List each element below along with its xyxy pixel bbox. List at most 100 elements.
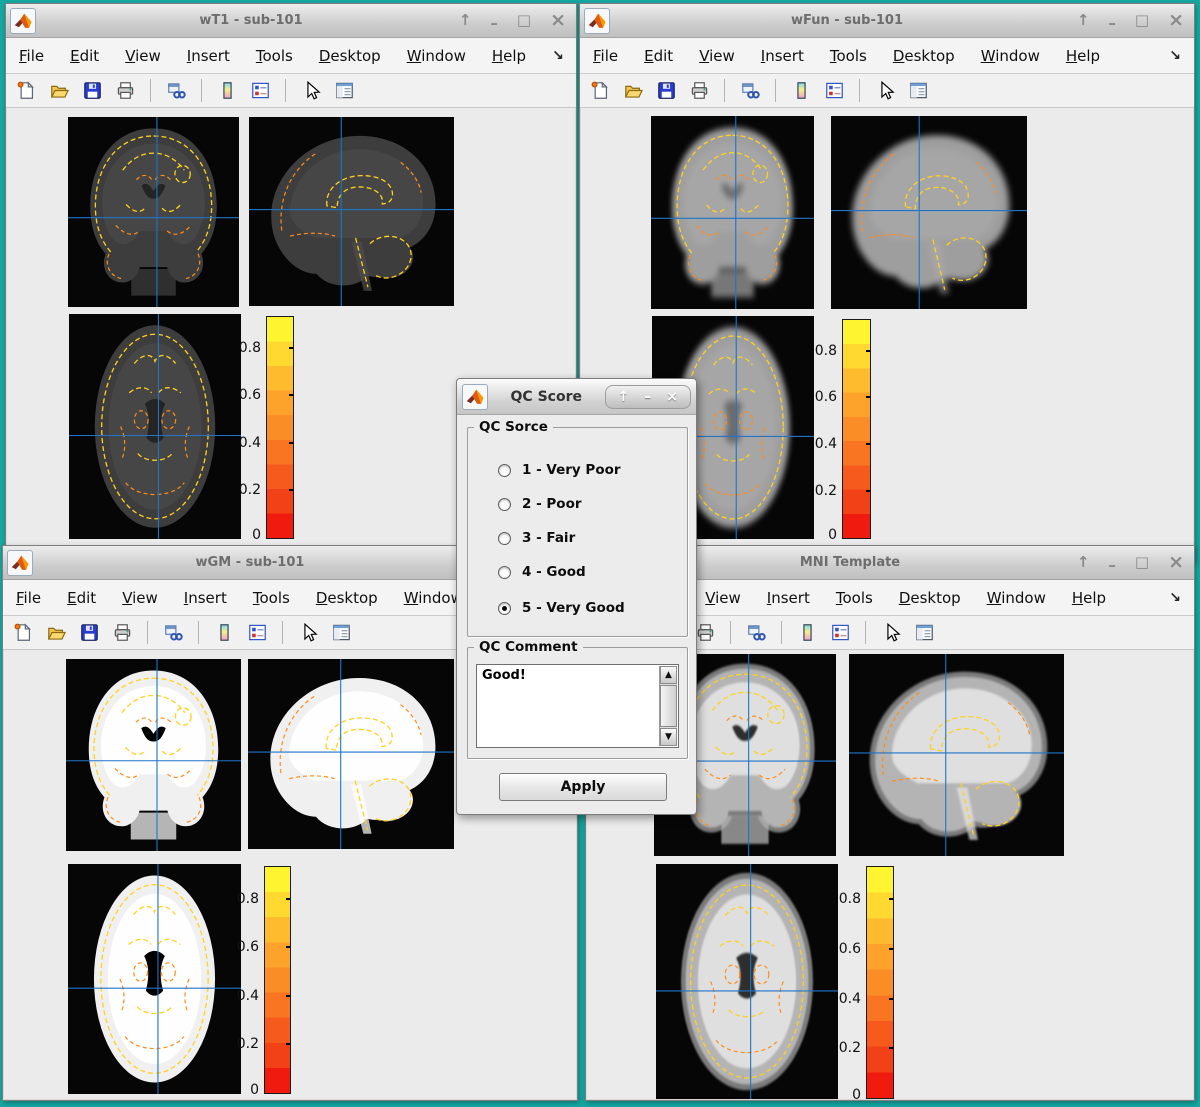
restore-button[interactable]: ↑ — [1077, 13, 1090, 28]
menu-insert[interactable]: Insert — [761, 47, 804, 65]
menu-help[interactable]: Help — [1066, 47, 1100, 65]
link-plot-icon[interactable] — [164, 79, 188, 103]
coronal-view-panel[interactable] — [66, 659, 241, 851]
maximize-button[interactable]: □ — [1135, 555, 1149, 570]
menu-overflow-icon[interactable]: ↘ — [1169, 590, 1181, 606]
menu-window[interactable]: Window — [407, 47, 466, 65]
menu-insert[interactable]: Insert — [184, 589, 227, 607]
scroll-up-icon[interactable]: ▲ — [660, 666, 677, 684]
menu-desktop[interactable]: Desktop — [316, 589, 378, 607]
edit-plot-cursor-icon[interactable] — [299, 79, 323, 103]
restore-button[interactable]: ↑ — [459, 13, 472, 28]
minimize-button[interactable]: – — [490, 16, 498, 31]
menu-insert[interactable]: Insert — [767, 589, 810, 607]
insert-legend-icon[interactable] — [245, 621, 269, 645]
minimize-button[interactable]: – — [1108, 16, 1116, 31]
radio-circle-icon[interactable] — [498, 601, 511, 615]
menu-view[interactable]: View — [122, 589, 158, 607]
link-plot-icon[interactable] — [738, 79, 762, 103]
print-figure-icon[interactable] — [110, 621, 134, 645]
menu-tools[interactable]: Tools — [830, 47, 867, 65]
insert-colorbar-icon[interactable] — [789, 79, 813, 103]
insert-colorbar-icon[interactable] — [215, 79, 239, 103]
dialog-titlebar[interactable]: QC Score ↑ – × — [457, 379, 696, 415]
edit-plot-cursor-icon[interactable] — [873, 79, 897, 103]
menu-tools[interactable]: Tools — [836, 589, 873, 607]
maximize-button[interactable]: □ — [517, 13, 531, 28]
radio-very-poor[interactable]: 1 - Very Poor — [498, 462, 621, 478]
menu-desktop[interactable]: Desktop — [893, 47, 955, 65]
radio-circle-icon[interactable] — [498, 531, 511, 545]
restore-button[interactable]: ↑ — [1077, 555, 1090, 570]
new-figure-icon[interactable] — [588, 79, 612, 103]
menu-desktop[interactable]: Desktop — [899, 589, 961, 607]
insert-colorbar-icon[interactable] — [212, 621, 236, 645]
menu-view[interactable]: View — [699, 47, 735, 65]
save-figure-icon[interactable] — [80, 79, 104, 103]
minimize-button[interactable]: – — [1108, 558, 1116, 573]
plot-browser-icon[interactable] — [332, 79, 356, 103]
sagittal-view-panel[interactable] — [249, 117, 454, 306]
open-file-icon[interactable] — [621, 79, 645, 103]
menu-view[interactable]: View — [705, 589, 741, 607]
axial-view-panel[interactable] — [656, 864, 838, 1099]
menu-edit[interactable]: Edit — [70, 47, 99, 65]
menu-file[interactable]: File — [593, 47, 618, 65]
sagittal-view-panel[interactable] — [248, 659, 454, 849]
menu-overflow-icon[interactable]: ↘ — [1169, 48, 1181, 64]
minimize-button[interactable]: – — [644, 390, 651, 404]
close-button[interactable]: × — [1168, 11, 1184, 30]
menu-window[interactable]: Window — [987, 589, 1046, 607]
plot-browser-icon[interactable] — [906, 79, 930, 103]
save-figure-icon[interactable] — [77, 621, 101, 645]
open-file-icon[interactable] — [47, 79, 71, 103]
insert-legend-icon[interactable] — [828, 621, 852, 645]
menu-file[interactable]: File — [19, 47, 44, 65]
menu-overflow-icon[interactable]: ↘ — [552, 48, 564, 64]
menu-desktop[interactable]: Desktop — [319, 47, 381, 65]
menu-window[interactable]: Window — [404, 589, 463, 607]
menu-help[interactable]: Help — [1072, 589, 1106, 607]
menu-tools[interactable]: Tools — [253, 589, 290, 607]
edit-plot-cursor-icon[interactable] — [879, 621, 903, 645]
menu-help[interactable]: Help — [492, 47, 526, 65]
titlebar[interactable]: wT1 - sub-101 ↑ – □ × — [6, 4, 576, 38]
insert-colorbar-icon[interactable] — [795, 621, 819, 645]
coronal-view-panel[interactable] — [651, 116, 814, 309]
radio-very-good[interactable]: 5 - Very Good — [498, 600, 625, 616]
menu-view[interactable]: View — [125, 47, 161, 65]
radio-good[interactable]: 4 - Good — [498, 564, 586, 580]
close-button[interactable]: × — [666, 390, 678, 404]
menu-edit[interactable]: Edit — [644, 47, 673, 65]
restore-button[interactable]: ↑ — [618, 390, 630, 404]
new-figure-icon[interactable] — [14, 79, 38, 103]
maximize-button[interactable]: □ — [1135, 13, 1149, 28]
scroll-down-icon[interactable]: ▼ — [660, 728, 677, 746]
close-button[interactable]: × — [550, 11, 566, 30]
radio-circle-icon[interactable] — [498, 497, 511, 511]
menu-tools[interactable]: Tools — [256, 47, 293, 65]
insert-legend-icon[interactable] — [248, 79, 272, 103]
apply-button[interactable]: Apply — [499, 773, 667, 801]
radio-circle-icon[interactable] — [498, 463, 511, 477]
close-button[interactable]: × — [1168, 553, 1184, 572]
new-figure-icon[interactable] — [11, 621, 35, 645]
radio-fair[interactable]: 3 - Fair — [498, 530, 575, 546]
scrollbar[interactable]: ▲ ▼ — [659, 666, 677, 746]
edit-plot-cursor-icon[interactable] — [296, 621, 320, 645]
titlebar[interactable]: wFun - sub-101 ↑ – □ × — [580, 4, 1194, 38]
sagittal-view-panel[interactable] — [849, 654, 1064, 856]
qc-comment-textarea[interactable]: Good! ▲ ▼ — [476, 664, 679, 748]
menu-insert[interactable]: Insert — [187, 47, 230, 65]
menu-window[interactable]: Window — [981, 47, 1040, 65]
axial-view-panel[interactable] — [68, 864, 241, 1094]
sagittal-view-panel[interactable] — [831, 116, 1027, 309]
plot-browser-icon[interactable] — [329, 621, 353, 645]
print-figure-icon[interactable] — [687, 79, 711, 103]
print-figure-icon[interactable] — [113, 79, 137, 103]
save-figure-icon[interactable] — [654, 79, 678, 103]
axial-view-panel[interactable] — [69, 314, 241, 539]
radio-circle-icon[interactable] — [498, 565, 511, 579]
coronal-view-panel[interactable] — [68, 117, 239, 307]
plot-browser-icon[interactable] — [912, 621, 936, 645]
